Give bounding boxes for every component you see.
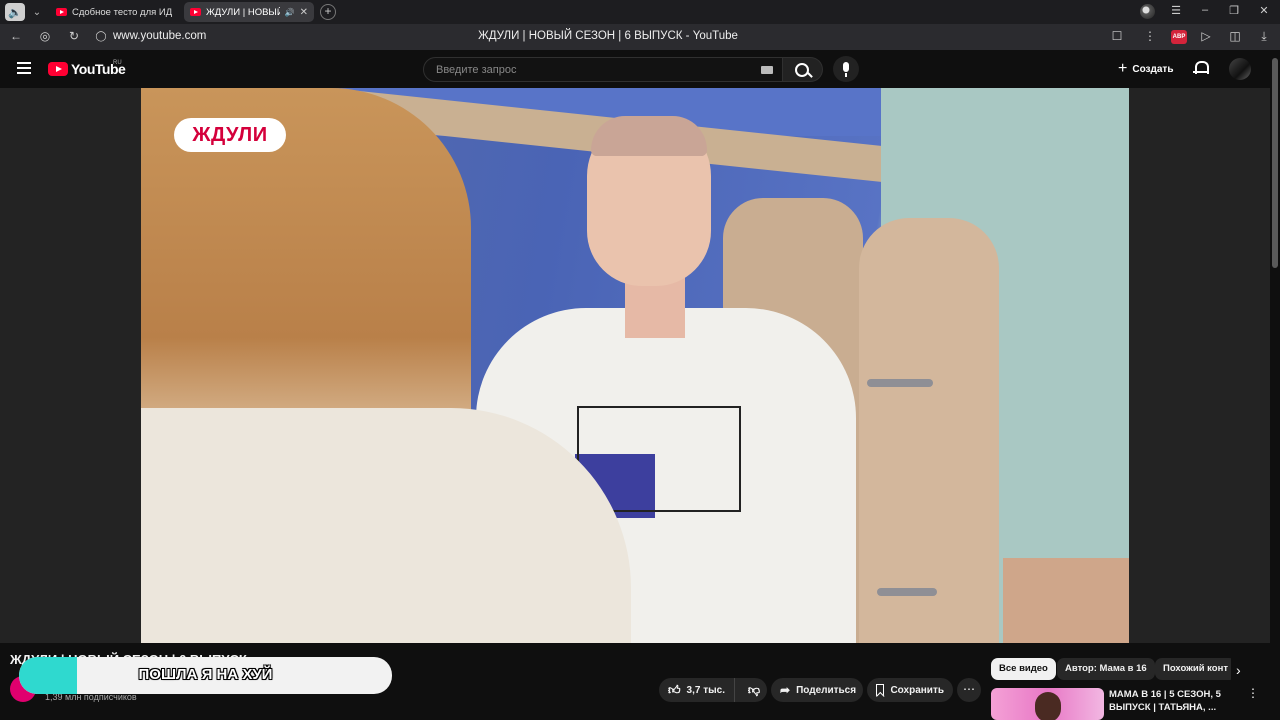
tab-title: Сдобное тесто для ИДЕАЛ	[72, 6, 172, 18]
video-scene	[1003, 558, 1129, 643]
tab-audio-icon[interactable]: 🔈	[5, 3, 25, 21]
thumb-up-icon: 👍︎	[668, 682, 681, 697]
share-button[interactable]: ➦ Поделиться	[771, 678, 863, 702]
minimize-icon[interactable]: –	[1197, 4, 1213, 16]
create-label: Создать	[1132, 63, 1174, 75]
search-input[interactable]	[434, 62, 754, 78]
address-bar: ← ◎ ↻ ◯ www.youtube.com ЖДУЛИ | НОВЫЙ СЕ…	[0, 24, 1280, 50]
browser-tab-2-active[interactable]: ЖДУЛИ | НОВЫЙ СЕЗ 🔊 ✕	[184, 2, 314, 22]
like-count: 3,7 тыс.	[686, 684, 726, 696]
browser-tab-1[interactable]: Сдобное тесто для ИДЕАЛ	[50, 2, 178, 22]
recommended-video-thumbnail[interactable]	[991, 688, 1104, 720]
download-icon[interactable]: ⤓	[1256, 29, 1272, 44]
country-code: RU	[113, 60, 122, 66]
account-avatar[interactable]	[1229, 58, 1251, 80]
browser-tabstrip: 🔈 ⌄ Сдобное тесто для ИДЕАЛ ЖДУЛИ | НОВЫ…	[0, 0, 1280, 24]
video-scene	[859, 218, 999, 643]
show-logo-badge: ЖДУЛИ	[174, 118, 286, 152]
media-extension-icon[interactable]: ▷	[1198, 29, 1214, 43]
thumbnail-image	[1035, 692, 1061, 720]
like-button[interactable]: 👍︎ 3,7 тыс.	[659, 678, 736, 702]
save-label: Сохранить	[890, 684, 944, 696]
share-arrow-icon: ➦	[780, 683, 791, 697]
browser-menu-icon[interactable]: ☰	[1168, 4, 1184, 17]
overlay-caption-banner: ПОШЛА Я НА ХУЙ	[19, 657, 392, 694]
video-scene	[877, 588, 937, 596]
share-label: Поделиться	[796, 684, 857, 696]
plus-icon: +	[1118, 60, 1128, 77]
youtube-favicon-icon	[56, 8, 67, 16]
chip-all-videos[interactable]: Все видео	[991, 658, 1056, 680]
tab-list-chevron-icon[interactable]: ⌄	[28, 3, 46, 21]
browser-profile-avatar[interactable]	[1140, 4, 1155, 19]
overlay-caption-text: ПОШЛА Я НА ХУЙ	[138, 666, 273, 683]
create-button[interactable]: + Создать	[1112, 58, 1179, 80]
keyboard-icon[interactable]	[761, 66, 773, 74]
video-scene	[591, 116, 707, 156]
video-scene	[867, 379, 933, 387]
chip-related[interactable]: Похожий конт	[1155, 658, 1231, 680]
youtube-header: YouTube RU + Создать	[0, 50, 1280, 88]
notifications-bell-icon[interactable]	[1193, 61, 1209, 75]
new-tab-button[interactable]: +	[320, 4, 336, 20]
recommended-video-title[interactable]: МАМА В 16 | 5 СЕЗОН, 5 ВЫПУСК | ТАТЬЯНА,…	[1109, 688, 1229, 714]
page-title: ЖДУЛИ | НОВЫЙ СЕЗОН | 6 ВЫПУСК - YouTube	[478, 30, 738, 42]
save-playlist-icon	[876, 684, 885, 696]
save-button[interactable]: Сохранить	[867, 678, 953, 702]
bookmark-icon[interactable]: ☐	[1109, 29, 1125, 43]
youtube-play-icon	[48, 62, 68, 76]
chip-author[interactable]: Автор: Мама в 16	[1057, 658, 1155, 680]
voice-search-mic-icon[interactable]	[833, 56, 859, 82]
tab-title: ЖДУЛИ | НОВЫЙ СЕЗ	[206, 6, 280, 18]
tab-audio-playing-icon[interactable]: 🔊	[285, 8, 295, 17]
video-scene	[141, 408, 631, 643]
chevron-right-icon[interactable]: ›	[1236, 662, 1241, 678]
recommendation-more-icon[interactable]: ⋮	[1247, 686, 1259, 700]
dislike-button[interactable]: 👎︎	[741, 678, 767, 702]
video-player[interactable]	[141, 88, 1129, 643]
close-window-icon[interactable]: ✕	[1256, 4, 1272, 17]
more-actions-icon[interactable]: ⋯	[957, 678, 981, 702]
thumb-down-icon: 👎︎	[747, 682, 761, 697]
tab-close-icon[interactable]: ✕	[300, 7, 308, 18]
page-scrollbar[interactable]	[1270, 50, 1280, 720]
extensions-icon[interactable]: ◫	[1227, 29, 1243, 43]
search-button[interactable]	[783, 57, 823, 82]
related-filter-chips: Все видео Автор: Мама в 16 Похожий конт	[991, 658, 1231, 680]
search-box	[423, 57, 783, 82]
youtube-favicon-icon	[190, 8, 201, 16]
scrollbar-thumb[interactable]	[1272, 58, 1278, 268]
guide-menu-icon[interactable]	[17, 62, 31, 74]
adblock-extension-icon[interactable]: ABP	[1171, 30, 1187, 44]
restore-icon[interactable]: ❐	[1226, 4, 1242, 17]
more-vert-icon[interactable]: ⋮	[1142, 29, 1158, 43]
like-dislike-group: 👍︎ 3,7 тыс. 👎︎	[659, 678, 767, 702]
